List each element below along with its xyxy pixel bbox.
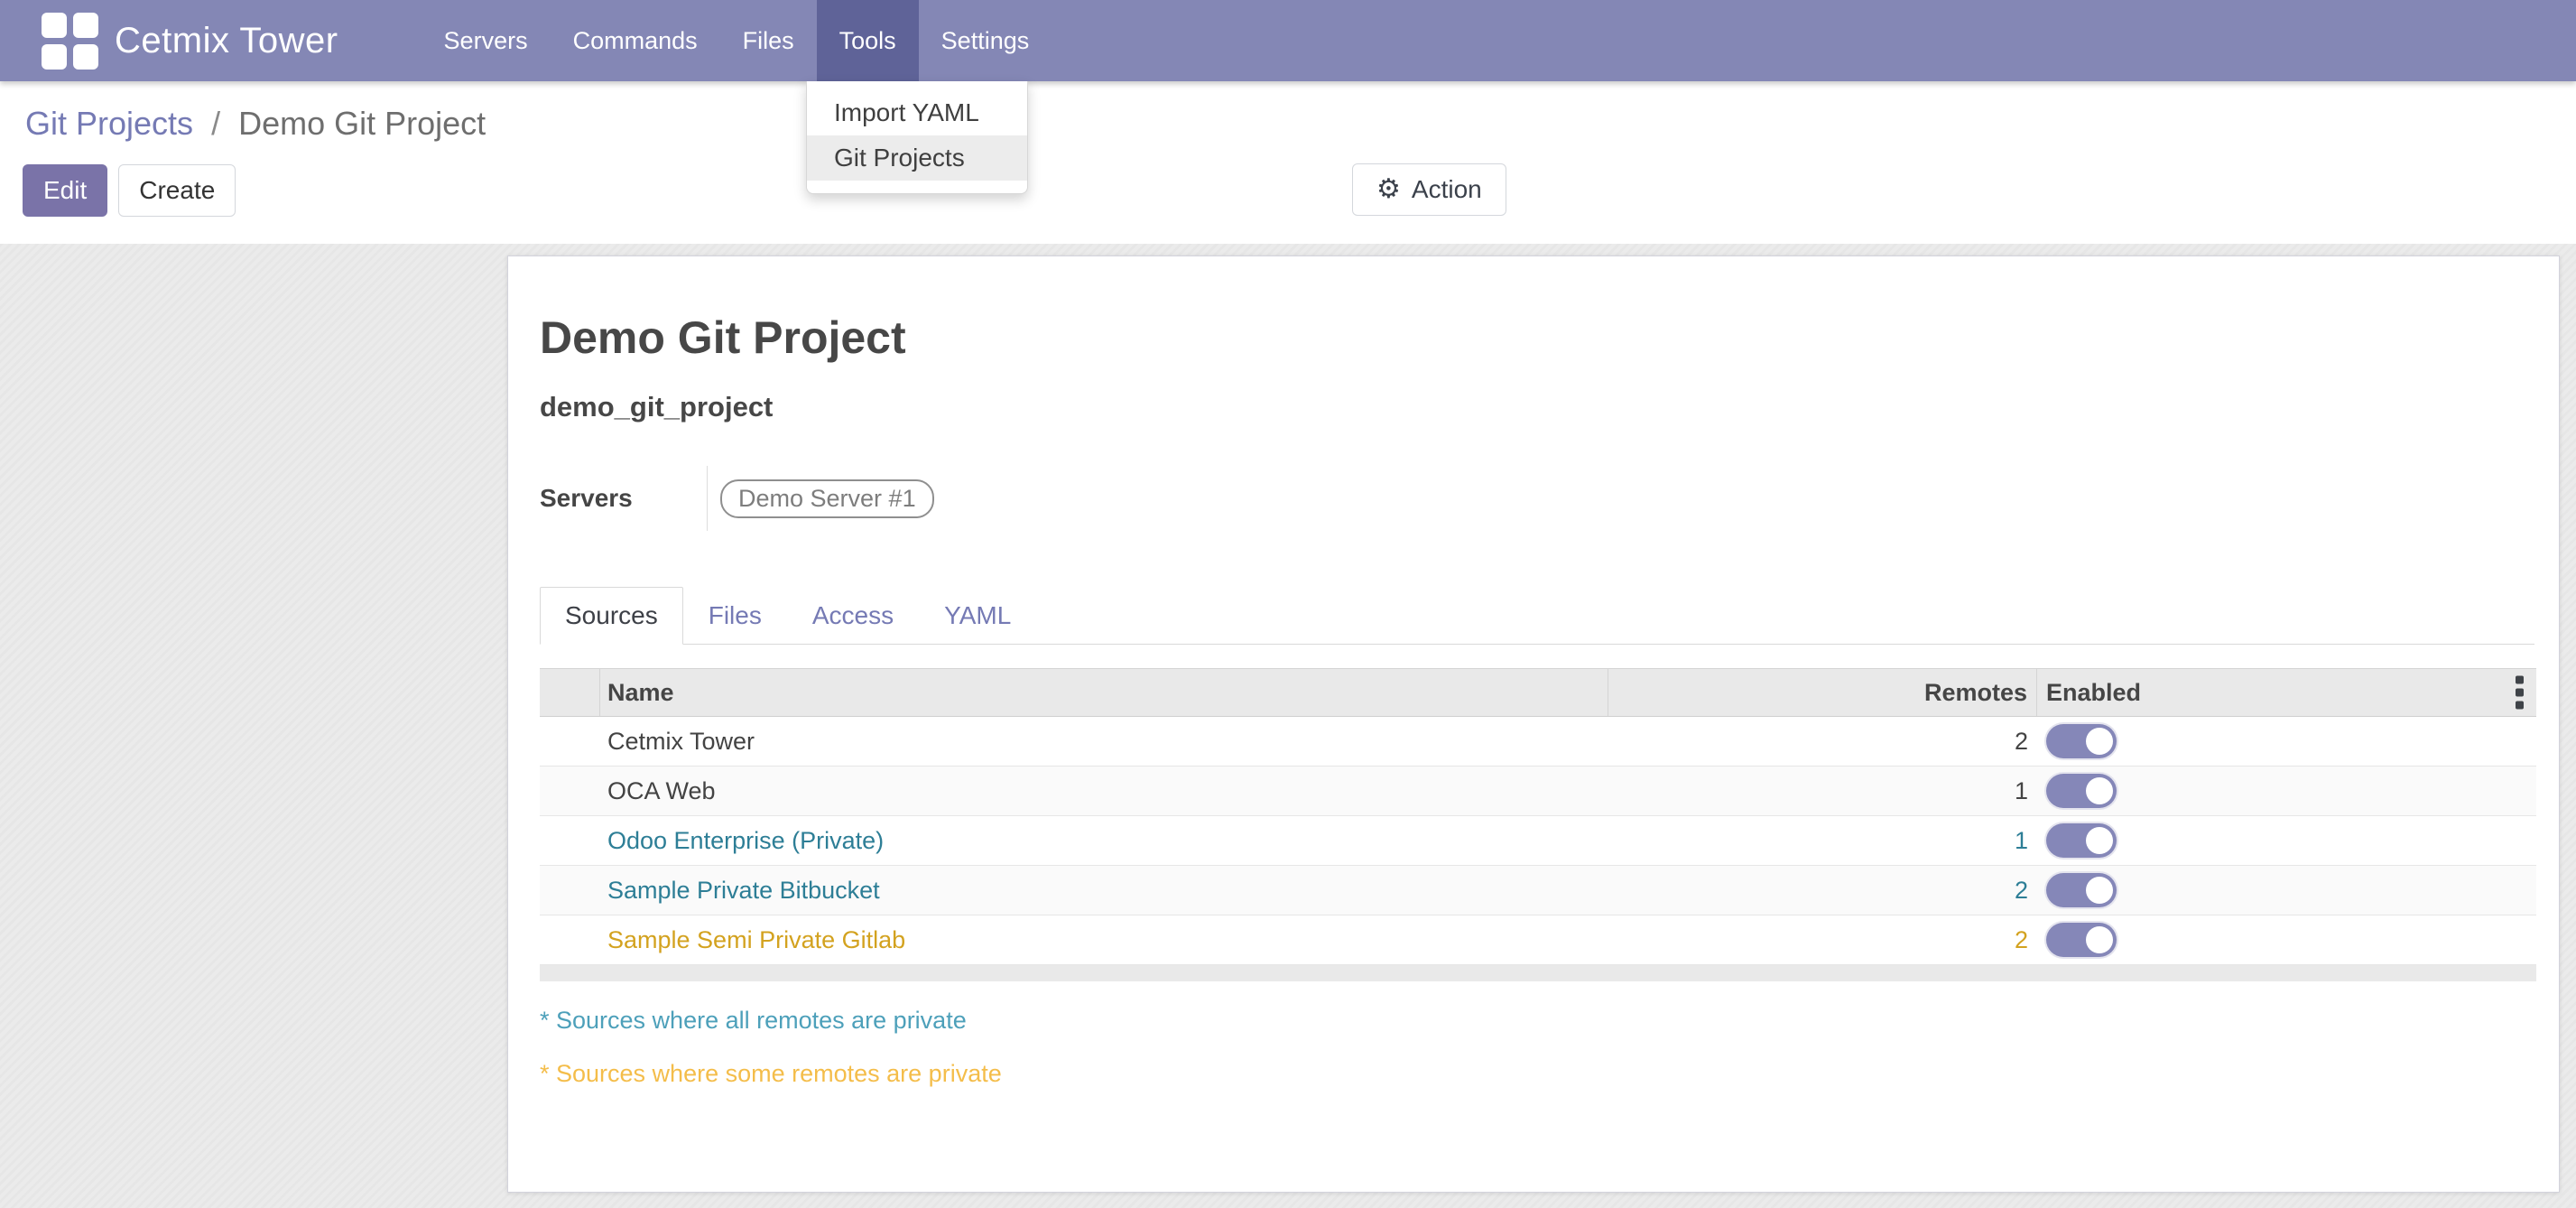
apps-grid-icon[interactable] xyxy=(41,13,98,69)
tools-dropdown-menu: Import YAML Git Projects xyxy=(806,81,1028,194)
row-selector-cell[interactable] xyxy=(540,866,600,915)
source-enabled-cell xyxy=(2037,816,2536,865)
enabled-toggle[interactable] xyxy=(2046,724,2117,758)
source-enabled-cell xyxy=(2037,717,2536,766)
table-header: Name Remotes Enabled xyxy=(540,668,2536,717)
row-selector-cell[interactable] xyxy=(540,915,600,964)
legend-semi-private-note: * Sources where some remotes are private xyxy=(540,1060,2534,1088)
toggle-knob xyxy=(2086,926,2113,953)
source-name[interactable]: OCA Web xyxy=(600,767,1608,815)
action-button-label: Action xyxy=(1412,174,1482,205)
menu-item-import-yaml[interactable]: Import YAML xyxy=(807,90,1027,135)
table-footer-strip xyxy=(540,965,2536,981)
content-area: Demo Git Project demo_git_project Server… xyxy=(0,244,2576,1208)
breadcrumb-parent-link[interactable]: Git Projects xyxy=(25,105,193,142)
enabled-toggle[interactable] xyxy=(2046,823,2117,858)
optional-columns-icon[interactable] xyxy=(2516,676,2524,710)
row-selector-cell[interactable] xyxy=(540,767,600,815)
enabled-toggle[interactable] xyxy=(2046,873,2117,907)
toggle-knob xyxy=(2086,877,2113,904)
toggle-knob xyxy=(2086,777,2113,804)
source-remotes-count: 2 xyxy=(1608,866,2037,915)
table-row[interactable]: Odoo Enterprise (Private) 1 xyxy=(540,816,2536,866)
source-name[interactable]: Odoo Enterprise (Private) xyxy=(600,816,1608,865)
form-sheet: Demo Git Project demo_git_project Server… xyxy=(507,256,2560,1193)
source-name[interactable]: Cetmix Tower xyxy=(600,717,1608,766)
source-remotes-count: 1 xyxy=(1608,767,2037,815)
breadcrumb-current: Demo Git Project xyxy=(238,105,486,142)
nav-item-commands[interactable]: Commands xyxy=(551,0,720,81)
server-tag[interactable]: Demo Server #1 xyxy=(720,479,934,518)
source-remotes-count: 2 xyxy=(1608,915,2037,964)
tab-yaml[interactable]: YAML xyxy=(919,587,1036,645)
toggle-knob xyxy=(2086,827,2113,854)
control-panel: Git Projects / Demo Git Project Edit Cre… xyxy=(0,81,2576,244)
source-enabled-cell xyxy=(2037,915,2536,964)
nav-item-servers[interactable]: Servers xyxy=(422,0,551,81)
source-enabled-cell xyxy=(2037,866,2536,915)
servers-field: Servers Demo Server #1 xyxy=(540,466,2534,531)
source-enabled-cell xyxy=(2037,767,2536,815)
record-title: Demo Git Project xyxy=(540,312,2534,363)
toggle-knob xyxy=(2086,728,2113,755)
nav-item-tools[interactable]: Tools xyxy=(817,0,919,81)
nav-item-settings[interactable]: Settings xyxy=(919,0,1052,81)
column-header-name[interactable]: Name xyxy=(600,669,1608,716)
source-name[interactable]: Sample Private Bitbucket xyxy=(600,866,1608,915)
servers-field-label: Servers xyxy=(540,484,707,513)
source-remotes-count: 1 xyxy=(1608,816,2037,865)
column-header-remotes[interactable]: Remotes xyxy=(1608,669,2037,716)
tab-access[interactable]: Access xyxy=(787,587,919,645)
tab-sources[interactable]: Sources xyxy=(540,587,683,645)
source-name[interactable]: Sample Semi Private Gitlab xyxy=(600,915,1608,964)
action-button[interactable]: ⚙ Action xyxy=(1352,163,1506,216)
breadcrumb: Git Projects / Demo Git Project xyxy=(25,105,486,143)
table-row[interactable]: Sample Semi Private Gitlab 2 xyxy=(540,915,2536,965)
create-button[interactable]: Create xyxy=(118,164,236,217)
control-panel-buttons: Edit Create xyxy=(23,164,236,217)
notebook-tabs: Sources Files Access YAML xyxy=(540,587,2534,645)
field-divider xyxy=(707,466,708,531)
header-selector-cell xyxy=(540,669,600,716)
table-row[interactable]: Sample Private Bitbucket 2 xyxy=(540,866,2536,915)
column-header-enabled[interactable]: Enabled xyxy=(2037,669,2536,716)
app-brand[interactable]: Cetmix Tower xyxy=(115,21,338,61)
sources-table: Name Remotes Enabled Cetmix Tower 2 OCA … xyxy=(540,668,2536,981)
table-row[interactable]: Cetmix Tower 2 xyxy=(540,717,2536,767)
record-subtitle: demo_git_project xyxy=(540,390,2534,424)
source-remotes-count: 2 xyxy=(1608,717,2037,766)
enabled-toggle[interactable] xyxy=(2046,774,2117,808)
menu-item-git-projects[interactable]: Git Projects xyxy=(807,135,1027,181)
enabled-toggle[interactable] xyxy=(2046,923,2117,957)
main-menu: Servers Commands Files Tools Settings xyxy=(422,0,1052,81)
breadcrumb-separator: / xyxy=(211,105,220,142)
tab-files[interactable]: Files xyxy=(683,587,787,645)
app-window: Cetmix Tower Servers Commands Files Tool… xyxy=(0,0,2576,1208)
row-selector-cell[interactable] xyxy=(540,816,600,865)
enabled-header-label: Enabled xyxy=(2046,679,2141,707)
edit-button[interactable]: Edit xyxy=(23,164,107,217)
gear-icon: ⚙ xyxy=(1376,176,1401,203)
table-row[interactable]: OCA Web 1 xyxy=(540,767,2536,816)
row-selector-cell[interactable] xyxy=(540,717,600,766)
legend-private-note: * Sources where all remotes are private xyxy=(540,1007,2534,1035)
top-navbar: Cetmix Tower Servers Commands Files Tool… xyxy=(0,0,2576,81)
nav-item-files[interactable]: Files xyxy=(720,0,817,81)
